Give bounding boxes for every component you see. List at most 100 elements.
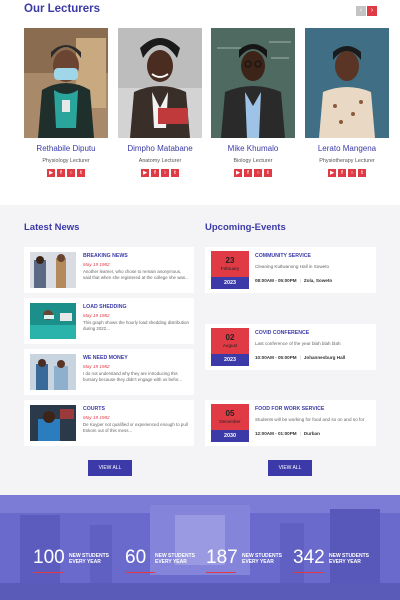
event-year: 2030 [211, 430, 249, 442]
event-title[interactable]: COMMUNITY SERVICE [255, 253, 311, 259]
lecturer-card: Mike Khumalo Biology Lecturer ▶ f ○ t [211, 28, 295, 177]
stat-number: 342 [293, 547, 325, 568]
chevron-right-icon[interactable]: › [367, 6, 377, 16]
lecturer-card: Dimpho Matabane Anatomy Lecturer ▶ f ○ t [118, 28, 202, 177]
event-date-badge: 23 February 2023 [211, 251, 249, 289]
facebook-icon[interactable]: f [57, 169, 65, 177]
stat-underline [206, 572, 236, 573]
event-year: 2023 [211, 354, 249, 366]
lecturer-photo [24, 28, 108, 138]
lecturer-name[interactable]: Lerato Mangena [305, 144, 389, 153]
stat-label: NEW STUDENTS EVERY YEAR [242, 553, 282, 565]
lecturer-card: Lerato Mangena Physiotherapy Lecturer ▶ … [305, 28, 389, 177]
stat-label: NEW STUDENTS EVERY YEAR [69, 553, 109, 565]
event-place: Johannesburg Hall [303, 355, 346, 360]
facebook-icon[interactable]: f [244, 169, 252, 177]
event-time: 12:00AM - 01:00PM [255, 431, 297, 436]
stat-number: 60 [125, 547, 147, 568]
stat-underline [33, 572, 63, 573]
news-thumbnail [30, 252, 76, 288]
lecturers-section: Our Lecturers ‹ › Rethabile Diputu Physi… [0, 0, 400, 205]
instagram-icon[interactable]: ○ [348, 169, 356, 177]
stat-number: 100 [33, 547, 65, 568]
stat-underline [293, 572, 323, 573]
twitter-icon[interactable]: t [171, 169, 179, 177]
lecturer-photo [118, 28, 202, 138]
news-title: Latest News [24, 222, 80, 233]
stats-banner: 100 NEW STUDENTS EVERY YEAR 60 NEW STUDEN… [0, 495, 400, 600]
event-month: February [220, 266, 240, 271]
news-item[interactable]: BREAKING NEWS May 19 1982 Another learne… [24, 247, 194, 293]
news-date: May 19 1982 [83, 415, 110, 420]
instagram-icon[interactable]: ○ [161, 169, 169, 177]
youtube-icon[interactable]: ▶ [47, 169, 55, 177]
news-headline[interactable]: WE NEED MONEY [83, 355, 128, 361]
news-headline[interactable]: COURTS [83, 406, 105, 412]
stat-label: NEW STUDENTS EVERY YEAR [329, 553, 369, 565]
news-date: May 19 1982 [83, 364, 110, 369]
event-month: August [222, 343, 238, 348]
twitter-icon[interactable]: t [77, 169, 85, 177]
social-links: ▶ f ○ t [211, 169, 295, 177]
event-description: Cleaning Kutlwanong Hall in Soweto [255, 264, 330, 269]
news-view-all-button[interactable]: VIEW ALL [88, 460, 132, 476]
event-title[interactable]: FOOD FOR WORK SERVICE [255, 406, 324, 412]
lecturer-role: Physiology Lecturer [42, 158, 90, 164]
social-links: ▶ f ○ t [305, 169, 389, 177]
social-links: ▶ f ○ t [118, 169, 202, 177]
news-thumbnail [30, 405, 76, 441]
news-item[interactable]: COURTS May 19 1982 De Kuyper not qualifi… [24, 400, 194, 446]
youtube-icon[interactable]: ▶ [234, 169, 242, 177]
news-headline[interactable]: LOAD SHEDDING [83, 304, 127, 310]
lecturer-name[interactable]: Rethabile Diputu [24, 144, 108, 153]
event-date-badge: 05 December 2030 [211, 404, 249, 442]
event-title[interactable]: COVID CONFERENCE [255, 330, 309, 336]
news-excerpt: This graph shows the hourly load sheddin… [83, 320, 189, 331]
news-excerpt: Another learner, who chose to remain ano… [83, 269, 189, 280]
news-date: May 19 1982 [83, 313, 110, 318]
youtube-icon[interactable]: ▶ [328, 169, 336, 177]
instagram-icon[interactable]: ○ [67, 169, 75, 177]
lecturer-role: Physiotherapy Lecturer [319, 158, 375, 164]
news-headline[interactable]: BREAKING NEWS [83, 253, 128, 259]
facebook-icon[interactable]: f [338, 169, 346, 177]
event-place: Durban [303, 431, 320, 436]
instagram-icon[interactable]: ○ [254, 169, 262, 177]
twitter-icon[interactable]: t [358, 169, 366, 177]
news-events-section: Latest News Upcoming-Events BREAKING NEW… [0, 205, 400, 495]
event-day: 02 [225, 333, 235, 342]
twitter-icon[interactable]: t [264, 169, 272, 177]
chevron-left-icon[interactable]: ‹ [356, 6, 366, 16]
news-date: May 19 1982 [83, 262, 110, 267]
lecturer-photo [305, 28, 389, 138]
news-item[interactable]: LOAD SHEDDING May 19 1982 This graph sho… [24, 298, 194, 344]
news-item[interactable]: WE NEED MONEY May 19 1982 I do not under… [24, 349, 194, 395]
news-excerpt: De Kuyper not qualified or experienced e… [83, 422, 188, 433]
event-day: 23 [225, 256, 235, 265]
lecturer-role: Biology Lecturer [233, 158, 273, 164]
event-time: 10:00AM - 05:00PM [255, 355, 297, 360]
events-title: Upcoming-Events [205, 222, 286, 233]
lecturer-card: Rethabile Diputu Physiology Lecturer ▶ f… [24, 28, 108, 177]
stat-label: NEW STUDENTS EVERY YEAR [155, 553, 195, 565]
news-excerpt: I do not understand why they are introdu… [83, 371, 182, 382]
event-meta: 10:00AM - 05:00PM | Johannesburg Hall [255, 355, 346, 360]
lecturer-photo [211, 28, 295, 138]
facebook-icon[interactable]: f [151, 169, 159, 177]
event-item[interactable]: 23 February 2023 COMMUNITY SERVICE Clean… [205, 247, 376, 293]
lecturers-title: Our Lecturers [24, 3, 101, 15]
events-view-all-button[interactable]: VIEW ALL [268, 460, 312, 476]
event-description: Students will be working for food and so… [255, 417, 365, 422]
youtube-icon[interactable]: ▶ [141, 169, 149, 177]
event-month: December [219, 419, 241, 424]
event-place: Zola, Soweto [303, 278, 333, 283]
stat-underline [125, 572, 155, 573]
lecturer-name[interactable]: Mike Khumalo [211, 144, 295, 153]
lecturer-name[interactable]: Dimpho Matabane [118, 144, 202, 153]
event-year: 2023 [211, 277, 249, 289]
event-time: 08:00AM - 05:00PM [255, 278, 297, 283]
event-item[interactable]: 02 August 2023 COVID CONFERENCE Last con… [205, 324, 376, 370]
news-thumbnail [30, 354, 76, 390]
event-date-badge: 02 August 2023 [211, 328, 249, 366]
event-item[interactable]: 05 December 2030 FOOD FOR WORK SERVICE S… [205, 400, 376, 446]
